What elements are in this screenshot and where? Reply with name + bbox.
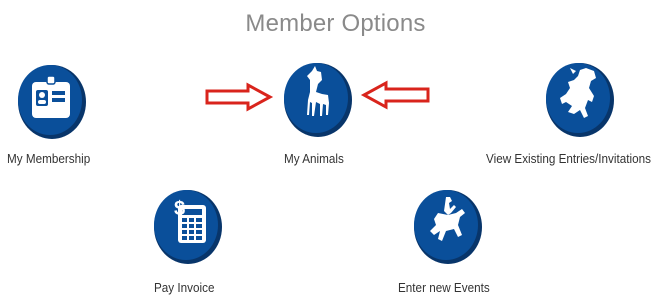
enter-events-label[interactable]: Enter new Events — [398, 280, 490, 295]
view-entries-option[interactable]: View Existing Entries/Invitations — [480, 50, 670, 170]
page-title: Member Options — [245, 10, 426, 37]
id-badge-icon[interactable] — [16, 60, 88, 140]
svg-text:$: $ — [174, 198, 185, 220]
bronc-rider-icon[interactable] — [412, 185, 484, 265]
bucking-bull-icon[interactable] — [544, 58, 616, 138]
view-entries-label[interactable]: View Existing Entries/Invitations — [486, 151, 651, 166]
pay-invoice-option[interactable]: $ Pay Invoice — [140, 180, 250, 297]
my-animals-label[interactable]: My Animals — [284, 151, 344, 166]
pay-invoice-label[interactable]: Pay Invoice — [154, 280, 214, 295]
my-membership-label[interactable]: My Membership — [7, 151, 90, 166]
arrow-right-icon — [205, 82, 274, 112]
my-animals-option[interactable]: My Animals — [270, 50, 380, 170]
my-membership-option[interactable]: My Membership — [0, 50, 120, 170]
invoice-calculator-icon[interactable]: $ — [152, 185, 224, 265]
arrow-left-icon — [360, 80, 430, 110]
enter-events-option[interactable]: Enter new Events — [390, 180, 520, 297]
horse-icon[interactable] — [282, 58, 354, 138]
